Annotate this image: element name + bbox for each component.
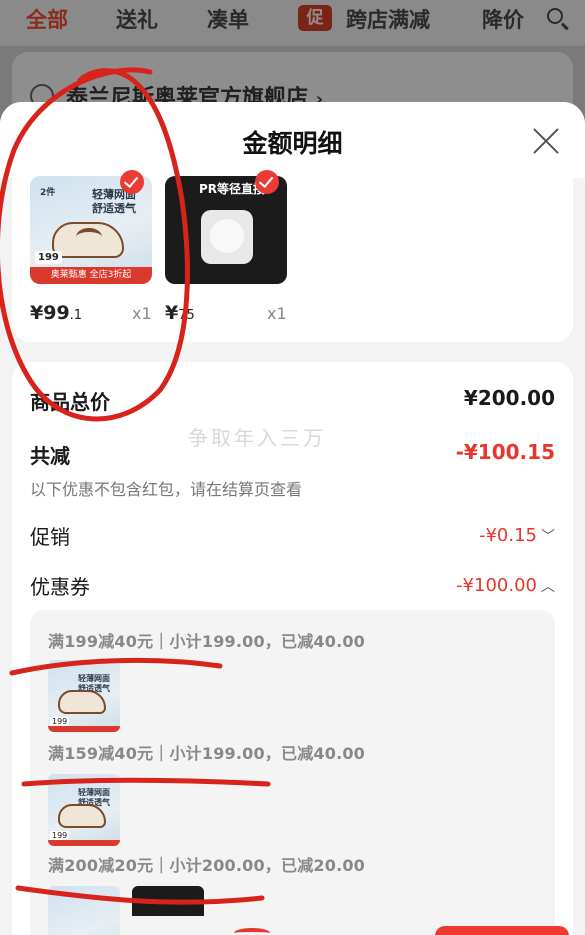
coupon-value: -¥100.00 — [456, 575, 537, 596]
coupon-row-toggle[interactable]: -¥100.00 ︿ — [456, 572, 555, 596]
promo-value: -¥0.15 — [478, 525, 537, 546]
promo-row-toggle[interactable]: -¥0.15 ﹀ — [479, 522, 555, 546]
shoe-graphic — [52, 222, 124, 258]
promo-label: 促销 — [30, 525, 70, 549]
product-qty: x1 — [267, 304, 287, 323]
total-reduce-value: -¥100.15 — [455, 440, 555, 464]
promo-badge: 促 — [298, 5, 332, 31]
close-icon[interactable] — [533, 128, 559, 154]
sheet-title: 金额明细 — [242, 129, 343, 158]
product-price: ¥75 — [165, 302, 195, 324]
coupon-product-thumb — [48, 886, 120, 935]
coupon-product-thumb: 轻薄网面 舒适透气 199 — [48, 660, 120, 732]
thumb-price: 199 — [50, 717, 70, 726]
checkout-button[interactable] — [435, 926, 569, 935]
watermark: 争取年入三万 — [188, 426, 326, 450]
tab-bundle[interactable]: 凑单 — [207, 4, 249, 34]
tab-cross-store[interactable]: 跨店满减 — [346, 4, 430, 34]
product-qty: x1 — [132, 304, 152, 323]
coupon-product-thumb-dark — [132, 886, 204, 916]
coupon-rule-2: 满159减40元｜小计199.00，已减40.00 — [48, 744, 366, 763]
chevron-up-icon: ︿ — [541, 579, 555, 595]
amount-detail-sheet: 金额明细 轻薄网面 舒适透气 2件 199 奥莱甄惠 全店3折起 ¥99.1 x… — [0, 102, 585, 935]
shoe-graphic — [58, 690, 106, 714]
coupon-rule-1: 满199减40元｜小计199.00，已减40.00 — [48, 632, 366, 651]
product-image-badge: 2件 — [40, 188, 56, 198]
products-card: 轻薄网面 舒适透气 2件 199 奥莱甄惠 全店3折起 ¥99.1 x1 PR等… — [12, 168, 573, 342]
total-reduce-label: 共减 — [30, 444, 70, 468]
checked-icon[interactable] — [120, 170, 144, 194]
sheet-header: 金额明细 — [0, 102, 585, 178]
thumb-tag — [48, 726, 120, 732]
product-price: ¥99.1 — [30, 302, 83, 324]
coupon-label: 优惠券 — [30, 575, 90, 599]
search-icon[interactable] — [547, 8, 563, 24]
thumb-price: 199 — [50, 831, 70, 840]
shoe-graphic — [58, 804, 106, 828]
chevron-down-icon: ﹀ — [541, 529, 555, 545]
total-price-value: ¥200.00 — [463, 386, 555, 410]
checked-icon[interactable] — [255, 170, 279, 194]
coupon-rule-3: 满200减20元｜小计200.00，已减20.00 — [48, 856, 366, 875]
total-price-label: 商品总价 — [30, 390, 110, 414]
tab-all[interactable]: 全部 — [26, 4, 68, 34]
reduce-note: 以下优惠不包含红包，请在结算页查看 — [30, 480, 303, 499]
tube-graphic — [201, 210, 253, 264]
coupon-product-thumb: 轻薄网面 舒适透气 199 — [48, 774, 120, 846]
coupon-list: 满199减40元｜小计199.00，已减40.00 轻薄网面 舒适透气 199 … — [30, 610, 555, 935]
tab-price-drop[interactable]: 降价 — [482, 4, 524, 34]
thumb-tag — [48, 840, 120, 846]
bottom-bar-icon[interactable] — [234, 928, 270, 935]
tab-gift[interactable]: 送礼 — [116, 4, 158, 34]
product-image-tag: 奥莱甄惠 全店3折起 — [30, 267, 152, 284]
product-image-price: 199 — [35, 251, 62, 264]
